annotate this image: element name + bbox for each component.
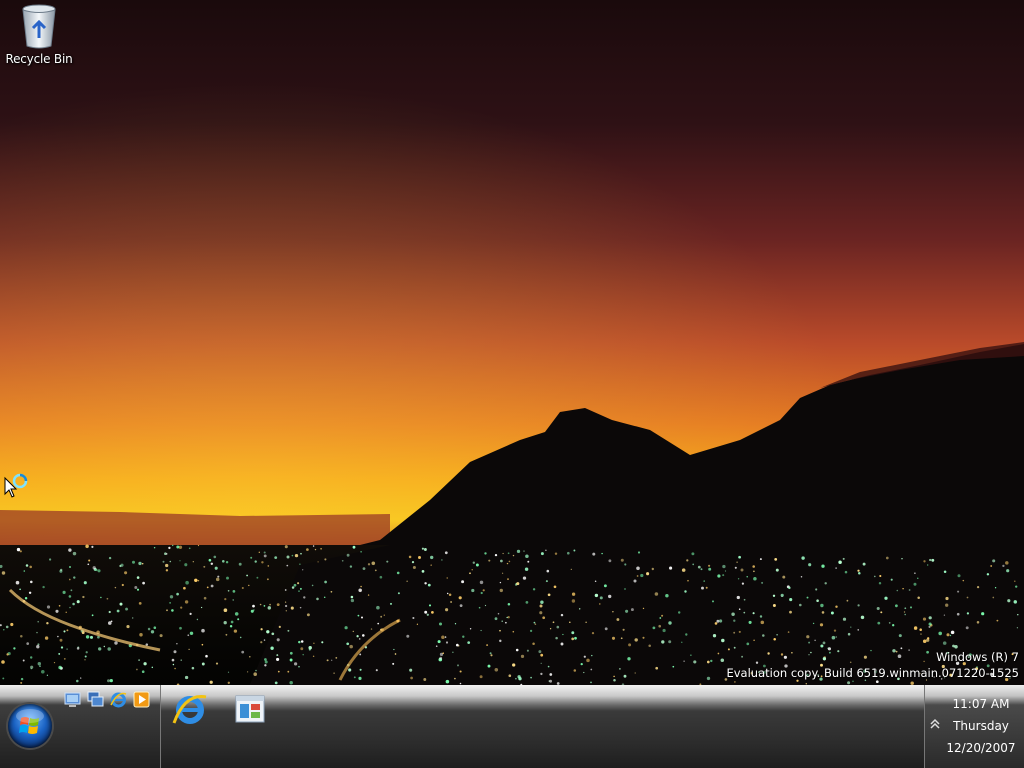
watermark-os-name: Windows (R) 7 bbox=[936, 650, 1019, 664]
build-watermark: Windows (R) 7 Evaluation copy. Build 651… bbox=[726, 649, 1019, 681]
internet-explorer-icon bbox=[172, 695, 207, 724]
watermark-build-string: Evaluation copy. Build 6519.winmain.0712… bbox=[726, 666, 1019, 680]
start-button[interactable] bbox=[8, 704, 52, 748]
windows-explorer-icon bbox=[235, 695, 265, 723]
clock-time[interactable]: 11:07 AM bbox=[939, 697, 1023, 711]
switch-windows-icon[interactable] bbox=[87, 691, 104, 708]
task-area bbox=[161, 685, 923, 768]
clock-day[interactable]: Thursday bbox=[939, 719, 1023, 733]
desktop-wallpaper[interactable] bbox=[0, 0, 1024, 685]
notification-area: 11:07 AM Thursday 12/20/2007 bbox=[924, 685, 1024, 768]
taskbar-button-internet-explorer[interactable] bbox=[171, 691, 209, 727]
taskbar: 11:07 AM Thursday 12/20/2007 bbox=[0, 685, 1024, 768]
clock-date[interactable]: 12/20/2007 bbox=[939, 741, 1023, 755]
start-area bbox=[0, 685, 161, 768]
recycle-bin-label: Recycle Bin bbox=[5, 52, 73, 66]
taskbar-button-windows-explorer[interactable] bbox=[231, 691, 269, 727]
show-desktop-icon[interactable] bbox=[64, 691, 81, 708]
busy-cursor bbox=[3, 472, 33, 500]
desktop-icon-recycle-bin[interactable]: Recycle Bin bbox=[4, 2, 74, 72]
internet-explorer-icon[interactable] bbox=[110, 691, 127, 708]
media-player-icon[interactable] bbox=[133, 691, 150, 708]
recycle-bin-icon bbox=[19, 2, 59, 50]
sunset-city-wallpaper bbox=[0, 0, 1024, 685]
windows-start-orb-icon bbox=[16, 709, 44, 734]
